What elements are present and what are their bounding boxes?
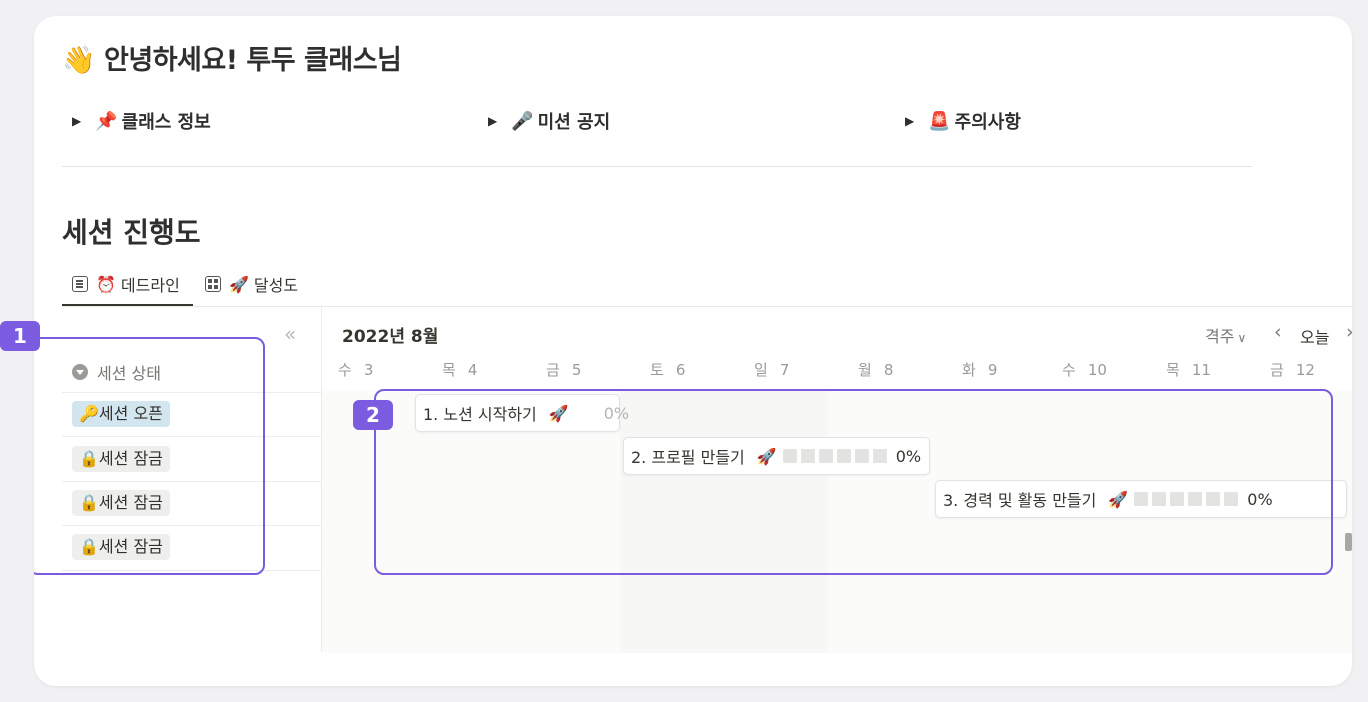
day-header: 금 12 bbox=[1270, 359, 1315, 380]
day-of-week: 목 bbox=[442, 361, 456, 379]
day-header: 토6 bbox=[650, 359, 685, 380]
toggle-label: 미션 공지 bbox=[537, 112, 611, 133]
section-title: 세션 진행도 bbox=[62, 216, 201, 249]
tab-label: 데드라인 bbox=[120, 276, 180, 295]
highlight-box-2 bbox=[374, 389, 1333, 575]
rocket-icon: 🚀 bbox=[229, 274, 249, 294]
tab-label: 달성도 bbox=[253, 276, 299, 295]
page-card: 👋 안녕하세요! 투두 클래스님 ▶ 📌 클래스 정보 ▶ 🎤 미션 공지 ▶ … bbox=[34, 16, 1352, 686]
day-number: 8 bbox=[883, 361, 894, 379]
day-number: 12 bbox=[1295, 361, 1315, 379]
day-number: 6 bbox=[675, 361, 686, 379]
day-of-week: 금 bbox=[546, 361, 560, 379]
today-button[interactable]: 오늘 bbox=[1300, 324, 1329, 348]
day-header: 목 11 bbox=[1166, 359, 1211, 380]
day-of-week: 금 bbox=[1270, 361, 1284, 379]
day-of-week: 일 bbox=[754, 361, 768, 379]
toggle-label: 클래스 정보 bbox=[121, 112, 211, 133]
toggle-triangle-icon: ▶ bbox=[488, 114, 498, 128]
day-number: 5 bbox=[571, 361, 582, 379]
day-header: 수 10 bbox=[1062, 359, 1107, 380]
day-number: 7 bbox=[779, 361, 790, 379]
annotation-badge-1: 1 bbox=[0, 321, 40, 351]
day-of-week: 수 bbox=[1062, 361, 1076, 379]
day-of-week: 수 bbox=[338, 361, 352, 379]
day-header: 금5 bbox=[546, 359, 581, 380]
day-header: 월8 bbox=[858, 359, 893, 380]
day-header: 수3 bbox=[338, 359, 373, 380]
scroll-handle[interactable] bbox=[1345, 533, 1352, 551]
day-of-week: 목 bbox=[1166, 361, 1180, 379]
day-of-week: 월 bbox=[858, 361, 872, 379]
tab-deadline[interactable]: ⏰ 데드라인 bbox=[72, 272, 180, 296]
day-number: 9 bbox=[987, 361, 998, 379]
day-number: 3 bbox=[363, 361, 374, 379]
toggle-label: 주의사항 bbox=[954, 112, 1021, 133]
chevron-right-icon[interactable]: › bbox=[1346, 321, 1352, 343]
timeline-month: 2022년 8월 bbox=[342, 327, 439, 347]
day-number: 10 bbox=[1087, 361, 1107, 379]
toggle-cautions[interactable]: ▶ 🚨 주의사항 bbox=[905, 108, 1021, 134]
list-icon bbox=[72, 276, 88, 292]
day-number: 11 bbox=[1191, 361, 1211, 379]
tab-achievement[interactable]: 🚀 달성도 bbox=[205, 272, 298, 296]
pin-icon: 📌 bbox=[95, 110, 118, 132]
alarm-clock-icon: ⏰ bbox=[96, 274, 116, 294]
day-of-week: 토 bbox=[650, 361, 664, 379]
chevron-down-icon: ∨ bbox=[1237, 331, 1247, 345]
tabs-divider bbox=[62, 306, 1352, 307]
toggle-triangle-icon: ▶ bbox=[905, 114, 915, 128]
chevron-left-icon[interactable]: ‹ bbox=[1274, 321, 1282, 343]
siren-icon: 🚨 bbox=[928, 110, 951, 132]
highlight-box-1 bbox=[34, 337, 265, 575]
day-header: 목4 bbox=[442, 359, 477, 380]
collapse-sidebar-icon[interactable]: « bbox=[284, 322, 296, 346]
toggle-mission-notice[interactable]: ▶ 🎤 미션 공지 bbox=[488, 108, 610, 134]
range-label: 격주 bbox=[1205, 327, 1235, 346]
day-header: 화9 bbox=[962, 359, 997, 380]
sidebar-separator bbox=[321, 307, 322, 652]
toggle-triangle-icon: ▶ bbox=[72, 114, 82, 128]
divider bbox=[62, 166, 1252, 167]
toggle-class-info[interactable]: ▶ 📌 클래스 정보 bbox=[72, 108, 211, 134]
day-number: 4 bbox=[467, 361, 478, 379]
page-greeting: 👋 안녕하세요! 투두 클래스님 bbox=[62, 45, 402, 76]
grid-icon bbox=[205, 276, 221, 292]
day-of-week: 화 bbox=[962, 361, 976, 379]
day-header: 일7 bbox=[754, 359, 789, 380]
annotation-badge-2: 2 bbox=[353, 400, 393, 430]
microphone-icon: 🎤 bbox=[511, 110, 534, 132]
range-select[interactable]: 격주 ∨ bbox=[1205, 323, 1246, 347]
